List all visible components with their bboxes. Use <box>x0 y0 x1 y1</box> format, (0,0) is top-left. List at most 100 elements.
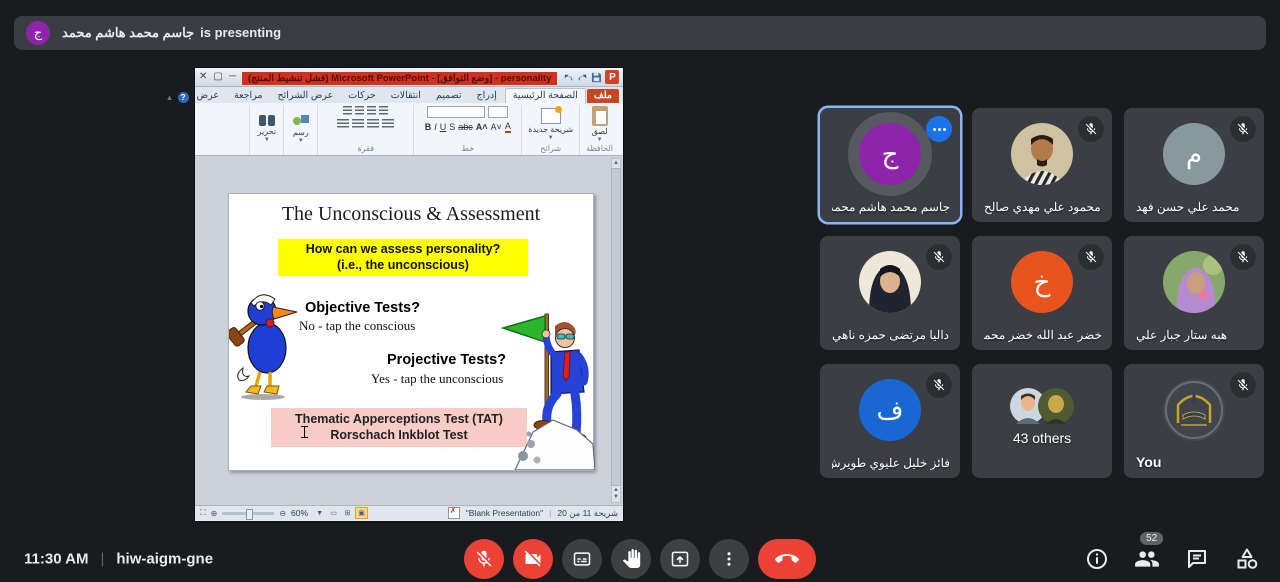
participant-photo <box>1011 123 1073 185</box>
view-buttons: ▼ ▭ ⊞ ▣ <box>313 507 368 519</box>
new-slide-button: شريحة جديدة ▼ <box>528 108 573 141</box>
divider: | <box>100 550 104 567</box>
indent-icon <box>367 106 376 115</box>
tab-animations: حركات <box>341 89 382 103</box>
participants-button[interactable]: 52 <box>1134 546 1160 572</box>
grow-font-icon: A˄ <box>476 122 488 132</box>
group-label-clipboard: الحافظة <box>586 143 613 155</box>
window-minimize-icon: ─ <box>229 72 236 82</box>
ribbon-group-paragraph: فقرة <box>317 105 413 155</box>
font-name-box <box>427 106 485 118</box>
participant-photo <box>1163 251 1225 313</box>
participant-name: داليا مرتضى حمزه ناهي <box>832 328 950 342</box>
overflow-count-label: 43 others <box>972 430 1112 446</box>
leave-call-button[interactable] <box>758 539 816 579</box>
info-icon <box>1085 547 1109 571</box>
raise-hand-button[interactable] <box>611 539 651 579</box>
spell-check-icon <box>448 507 460 519</box>
more-options-button[interactable] <box>709 539 749 579</box>
ribbon-group-clipboard: لصق ▼ الحافظة <box>579 105 619 155</box>
meet-app: ج جاسم محمد هاشم محمد is presenting ✕ ▢ … <box>0 0 1280 582</box>
slide-scrollbar: ▲ ▲ ▼ <box>611 158 621 503</box>
camera-toggle-button[interactable] <box>513 539 553 579</box>
presenter-avatar: ج <box>26 21 50 45</box>
meeting-info: 11:30 AM | hiw-aigm-gne <box>24 550 213 567</box>
window-close-icon: ✕ <box>199 72 207 82</box>
group-label-slides: شرائح <box>540 143 561 155</box>
participant-tile[interactable]: م محمد علي حسن فهد <box>1124 108 1264 222</box>
tab-review: مراجعة <box>227 89 270 103</box>
ribbon-group-editing: تحرير ▼ <box>249 105 283 155</box>
participant-photo <box>859 251 921 313</box>
previous-slide-icon: ▲ <box>613 487 619 494</box>
captions-button[interactable] <box>562 539 602 579</box>
avatar: م <box>1163 123 1225 185</box>
objective-tests-answer: No - tap the conscious <box>299 318 415 334</box>
tab-slideshow: عرض الشرائح <box>271 89 341 103</box>
mic-off-icon <box>1230 372 1256 398</box>
avatar: ف <box>859 379 921 441</box>
objective-tests-heading: Objective Tests? <box>305 300 420 316</box>
slide-counter: شريحة 11 من 20 <box>557 508 618 519</box>
paste-button: لصق ▼ <box>592 106 608 143</box>
present-button[interactable] <box>660 539 700 579</box>
align-left-icon <box>367 119 379 128</box>
scrollbar-thumb <box>611 168 621 486</box>
theme-name: "Blank Presentation" <box>466 508 543 518</box>
align-right-icon <box>337 119 349 128</box>
bottom-bar: 11:30 AM | hiw-aigm-gne <box>0 535 1280 582</box>
more-vert-icon <box>720 550 738 568</box>
participant-tile[interactable]: محمود علي مهدي صالح <box>972 108 1112 222</box>
ribbon-tab-strip: ملف الصفحة الرئيسية إدراج تصميم انتقالات… <box>195 87 623 103</box>
tab-home: الصفحة الرئيسية <box>505 88 586 103</box>
window-title: personality - [وضع التوافق] - Microsoft … <box>242 68 558 86</box>
ribbon-group-drawing: رسم ▼ <box>283 105 317 155</box>
present-icon <box>670 549 690 569</box>
avatar: خ <box>1011 251 1073 313</box>
align-center-icon <box>352 119 364 128</box>
self-tile[interactable]: You <box>1124 364 1264 478</box>
mic-toggle-button[interactable] <box>464 539 504 579</box>
participant-tile[interactable]: داليا مرتضى حمزه ناهي <box>820 236 960 350</box>
help-icon: ? <box>178 92 189 103</box>
overflow-photo-2 <box>1038 388 1074 424</box>
participant-tile[interactable]: هبه ستار جبار علي <box>1124 236 1264 350</box>
tab-design: تصميم <box>429 89 469 103</box>
chat-button[interactable] <box>1184 546 1210 572</box>
participant-tile[interactable]: ف فائز خليل عليوي طويرش <box>820 364 960 478</box>
participant-tile-presenter[interactable]: ج جاسم محمد هاشم محمد <box>820 108 960 222</box>
numbering-icon <box>355 106 364 115</box>
activities-button[interactable] <box>1234 546 1260 572</box>
powerpoint-titlebar: ✕ ▢ ─ personality - [وضع التوافق] - Micr… <box>195 68 623 87</box>
avatar-logo <box>1163 379 1225 441</box>
bullets-icon <box>343 106 352 115</box>
avatar: ج <box>859 123 921 185</box>
clock: 11:30 AM <box>24 550 88 567</box>
participant-name: جاسم محمد هاشم محمد <box>832 200 950 214</box>
align-buttons <box>337 119 394 128</box>
reading-view-icon: ▭ <box>327 507 340 519</box>
participant-tile[interactable]: خ خضر عبد الله خضر محمد <box>972 236 1112 350</box>
participant-grid: ج جاسم محمد هاشم محمد <box>820 108 1264 478</box>
screenshare-stage[interactable]: ✕ ▢ ─ personality - [وضع التوافق] - Micr… <box>195 68 623 521</box>
minimize-ribbon-icon: ▲ <box>166 93 174 102</box>
overflow-tile[interactable]: 43 others <box>972 364 1112 478</box>
presenter-avatar-letter: ج <box>34 25 42 41</box>
organization-logo <box>1163 379 1225 441</box>
tile-options-button[interactable] <box>926 116 952 142</box>
justify-icon <box>382 119 394 128</box>
mic-off-icon <box>474 549 494 569</box>
font-size-box <box>488 106 508 118</box>
slide-title: The Unconscious & Assessment <box>229 203 593 226</box>
bold-icon: B <box>425 122 432 132</box>
fit-to-window-icon: ⛶ <box>200 508 206 518</box>
slideshow-view-icon: ▼ <box>313 507 326 519</box>
sorter-view-icon: ⊞ <box>341 507 354 519</box>
slide-canvas: The Unconscious & Assessment How can we … <box>195 156 623 505</box>
speaking-ring: ج <box>848 112 932 196</box>
window-maximize-icon: ▢ <box>213 72 222 82</box>
normal-view-icon: ▣ <box>355 507 368 519</box>
group-label-font: خط <box>462 143 475 155</box>
projective-tests-answer: Yes - tap the unconscious <box>371 371 503 387</box>
meeting-details-button[interactable] <box>1084 546 1110 572</box>
